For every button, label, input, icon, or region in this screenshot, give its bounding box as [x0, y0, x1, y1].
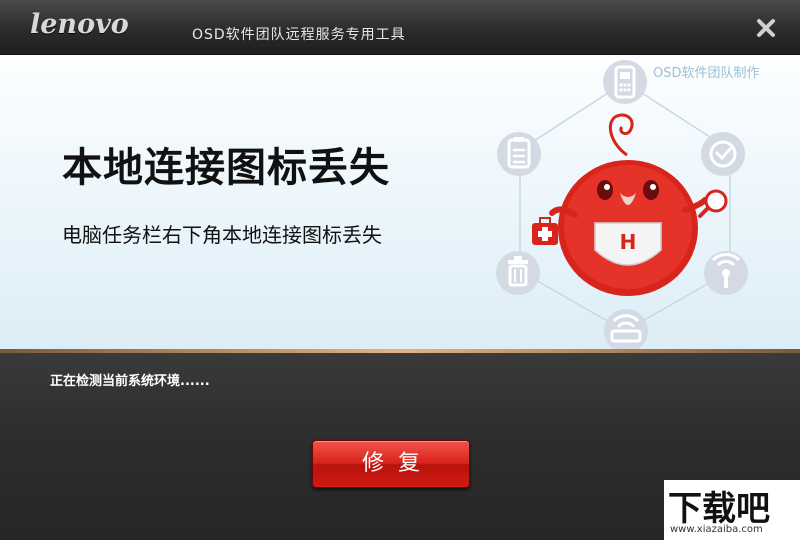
page-title: 本地连接图标丢失 — [62, 145, 390, 191]
phone-icon — [603, 60, 647, 104]
router-icon — [604, 309, 648, 351]
trash-icon — [496, 251, 540, 295]
page-subtitle: 电脑任务栏右下角本地连接图标丢失 — [62, 223, 382, 247]
site-logo: 下载吧 www.xiazaiba.com — [664, 480, 800, 540]
clock-icon — [701, 132, 745, 176]
app-title: OSD软件团队远程服务专用工具 — [192, 27, 406, 43]
status-text: 正在检测当前系统环境...... — [50, 374, 210, 389]
repair-button[interactable]: 修复 — [312, 440, 470, 488]
close-button[interactable] — [752, 14, 780, 42]
banner: H OSD软件团队制作 本地连接图标丢失 电脑任务栏右下角本地连接图标丢失 — [0, 55, 800, 351]
title-bar: lenovo OSD软件团队远程服务专用工具 — [0, 0, 800, 55]
svg-text:H: H — [620, 230, 637, 254]
signal-icon — [704, 251, 748, 295]
banner-illustration: H — [496, 60, 748, 351]
site-url: www.xiazaiba.com — [670, 524, 763, 535]
mascot-icon: H — [549, 113, 728, 296]
clipboard-icon — [497, 132, 541, 176]
lenovo-logo: lenovo — [30, 9, 129, 40]
close-icon — [757, 19, 775, 37]
site-logo-text: 下载吧 — [668, 489, 770, 529]
medkit-icon — [532, 217, 558, 245]
watermark-text: OSD软件团队制作 — [653, 66, 760, 81]
